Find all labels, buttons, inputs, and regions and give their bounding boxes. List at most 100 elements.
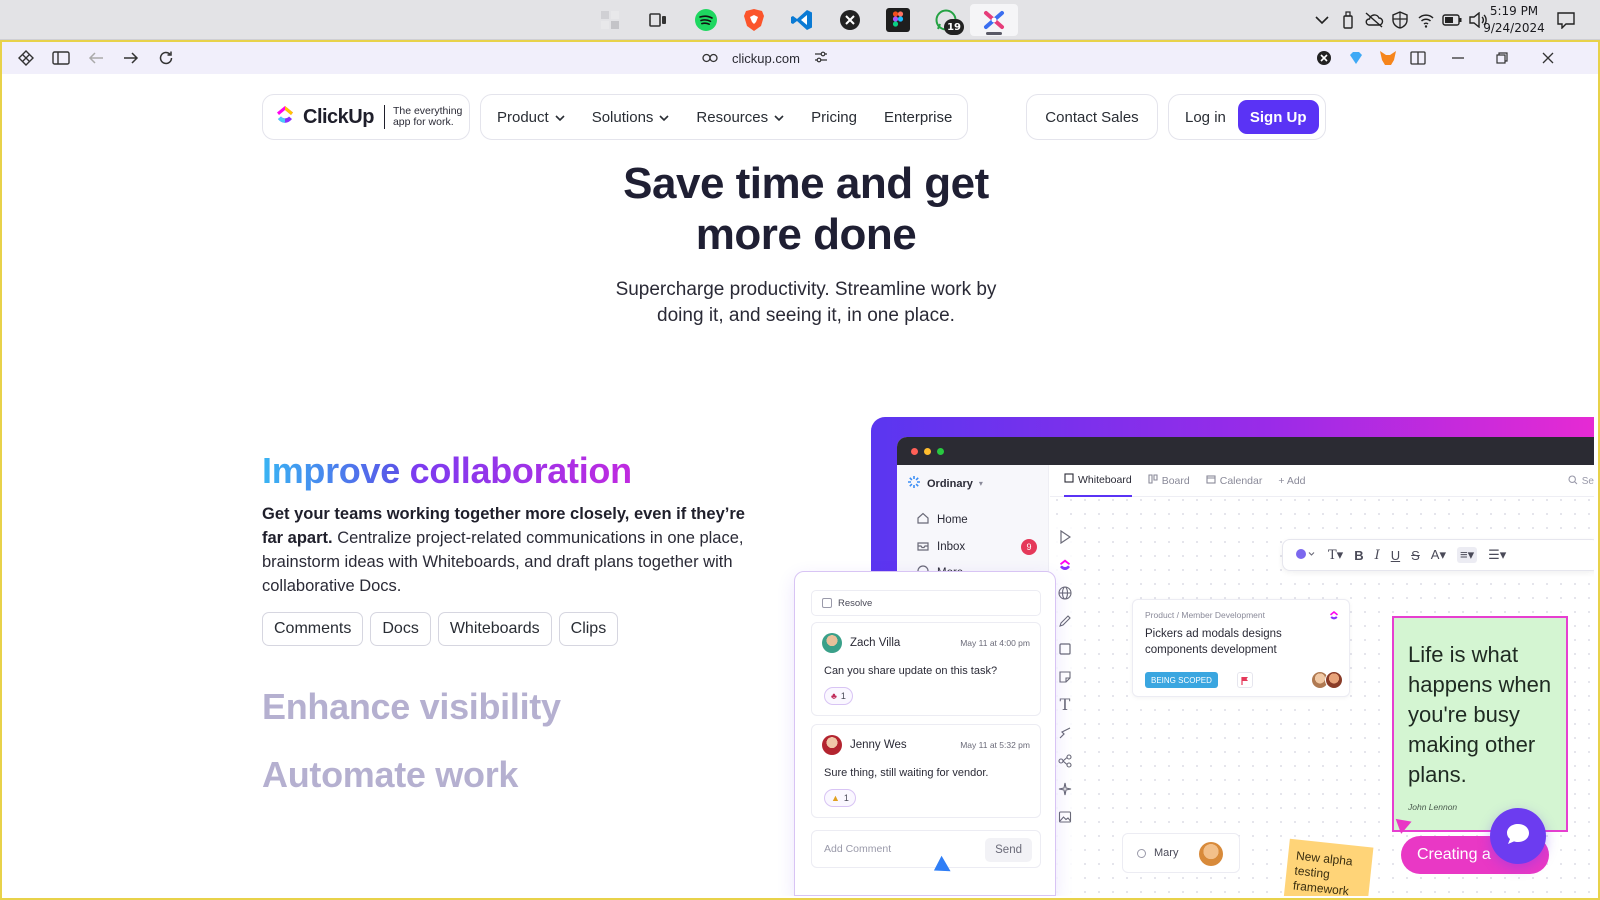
wifi-icon[interactable] [1416,10,1436,30]
back-icon[interactable] [84,46,108,70]
clock-time: 5:19 PM [1489,4,1539,18]
nav-enterprise[interactable]: Enterprise [884,109,952,126]
site-logo[interactable]: ClickUp The everything app for work. [262,94,470,140]
metamask-icon[interactable] [1376,46,1400,70]
nav-resources[interactable]: Resources [696,109,784,126]
vscode-icon[interactable] [778,4,826,36]
quote-author: John Lennon [1408,802,1458,812]
mary-label: Mary [1154,847,1179,859]
resolve-checkbox [822,598,832,608]
resolve-row: Resolve [811,590,1041,616]
hero-subtitle: Supercharge productivity. Streamline wor… [548,277,1064,329]
browser-app-icon[interactable] [970,4,1018,36]
comment-time: May 11 at 4:00 pm [960,638,1030,648]
clickup-logo-icon [275,104,295,131]
sidebar-toggle-icon[interactable] [49,46,73,70]
system-tray [1312,8,1488,32]
mockup-view-tabs: Whiteboard Board Calendar + Add Se [1050,465,1594,497]
start-menu-icon[interactable] [586,4,634,36]
site-settings-icon[interactable] [814,51,828,66]
task-breadcrumb: Product / Member Development [1145,610,1265,620]
browser-window: clickup.com ClickUp The everything app f… [0,40,1600,900]
signup-button[interactable]: Sign Up [1237,100,1319,134]
mockup-search-label: Se [1581,476,1594,487]
nav-product[interactable]: Product [497,109,565,126]
comment-author: Jenny Wes [850,739,907,751]
text-style-icon: T▾ [1328,547,1344,563]
taskbar-clock[interactable]: 5:19 PM 9/24/2024 [1482,3,1546,37]
underline-icon: U [1390,547,1401,563]
comment-header: Zach Villa [822,633,900,653]
chip-clips[interactable]: Clips [558,612,619,646]
add-comment-input[interactable]: Add Comment Send [811,830,1041,868]
os-taskbar: 19 5:19 PM 9/24/2024 [0,0,1600,40]
mockup-sidebar-home: Home [917,512,1037,527]
send-button[interactable]: Send [985,838,1032,862]
list-icon: ☰▾ [1488,547,1507,562]
browser-logo-icon[interactable] [14,46,38,70]
extension-gem-icon[interactable] [1344,46,1368,70]
feature-title-collaboration[interactable]: Improve collaboration [262,450,632,492]
inbox-count-badge: 9 [1021,539,1037,555]
minimize-icon[interactable] [1446,46,1470,70]
contact-sales-button[interactable]: Contact Sales [1026,94,1158,140]
mockup-sidebar-inbox-label: Inbox [937,541,966,553]
main-nav: Product Solutions Resources Pricing Ente… [480,94,968,140]
hero-subtitle-line1: Supercharge productivity. Streamline wor… [615,279,997,300]
battery-icon[interactable] [1442,10,1462,30]
mockup-sidebar-inbox: Inbox 9 [917,539,1037,555]
mockup-search: Se [1568,475,1594,488]
figma-icon[interactable] [874,4,922,36]
chip-comments[interactable]: Comments [262,612,364,646]
nav-solutions[interactable]: Solutions [592,109,670,126]
mockup-format-toolbar: T▾ B I U S A▾ ≡▾ ☰▾ [1282,539,1594,571]
split-view-icon[interactable] [1406,46,1430,70]
browser-toolbar: clickup.com [2,42,1598,74]
feature-title-visibility[interactable]: Enhance visibility [262,686,561,728]
workspace-icon [907,475,921,492]
clickup-ai-icon [1055,555,1075,574]
shield-icon[interactable] [1390,10,1410,30]
hero-title-line2: more done [695,210,917,259]
link-icon [702,51,718,66]
notification-icon[interactable] [1554,8,1578,32]
mockup-tab-whiteboard: Whiteboard [1064,465,1132,497]
comment-reaction: ▲ 1 [824,789,856,807]
connector-icon [1055,723,1075,742]
reload-icon[interactable] [154,46,178,70]
restore-icon[interactable] [1490,46,1514,70]
feature-title-automate[interactable]: Automate work [262,754,518,796]
chat-support-button[interactable] [1490,808,1546,864]
extension-x-icon[interactable] [1312,46,1336,70]
spotify-icon[interactable] [682,4,730,36]
url-text: clickup.com [732,50,800,66]
address-bar[interactable]: clickup.com [702,47,828,69]
chip-whiteboards[interactable]: Whiteboards [437,612,552,646]
hero-title-line1: Save time and get [623,159,989,208]
login-button[interactable]: Log in [1185,109,1226,126]
workspace-switcher: Ordinary ▾ [907,475,983,492]
nav-solutions-label: Solutions [591,108,654,126]
dark-app-icon[interactable] [826,4,874,36]
whatsapp-icon[interactable]: 19 [922,4,970,36]
window-dot-red [911,447,918,455]
task-view-icon[interactable] [634,4,682,36]
calendar-icon [1206,474,1216,487]
clickup-small-icon [1329,608,1339,626]
chevron-down-icon [774,109,784,126]
window-dot-green [937,447,944,455]
globe-icon [1055,583,1075,602]
close-icon[interactable] [1536,46,1560,70]
forward-icon[interactable] [119,46,143,70]
brave-icon[interactable] [730,4,778,36]
comment-item: Jenny Wes May 11 at 5:32 pm Sure thing, … [811,724,1041,818]
nav-pricing[interactable]: Pricing [811,109,857,126]
mockup-tab-whiteboard-label: Whiteboard [1078,473,1132,486]
usb-icon[interactable] [1338,10,1358,30]
sticky-note-icon [1055,667,1075,686]
chip-docs[interactable]: Docs [370,612,431,646]
cloud-off-icon[interactable] [1364,10,1384,30]
rectangle-icon [1055,639,1075,658]
chevron-up-icon[interactable] [1312,10,1332,30]
comment-header: Jenny Wes [822,735,907,755]
